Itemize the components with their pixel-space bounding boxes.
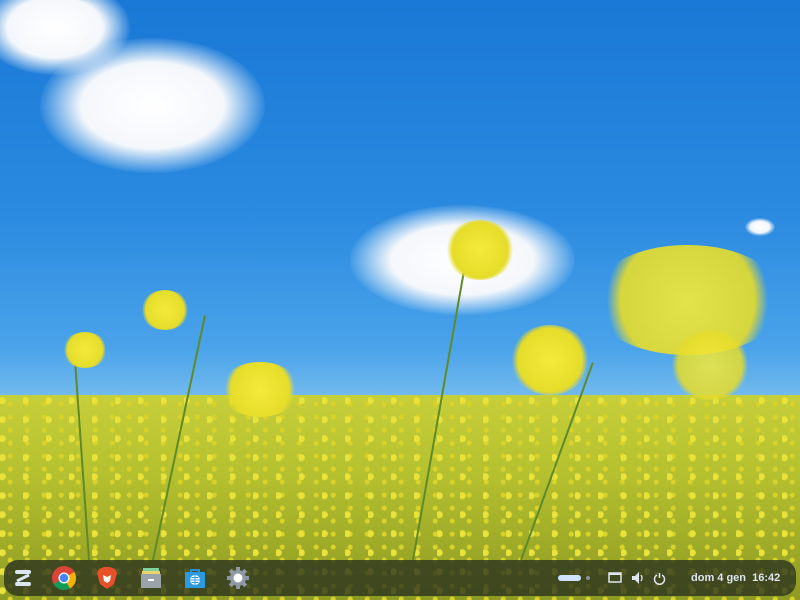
brave-launcher[interactable] (93, 564, 121, 592)
flower (140, 290, 190, 330)
cloud (40, 38, 265, 173)
settings-launcher[interactable] (224, 564, 252, 592)
chrome-launcher[interactable] (50, 564, 78, 592)
flower (62, 332, 108, 368)
flower (220, 362, 300, 417)
power-button[interactable] (653, 560, 666, 596)
zorin-menu-button[interactable] (9, 564, 37, 592)
active-workspace-pill[interactable] (558, 575, 581, 581)
desktop-wallpaper (0, 0, 800, 600)
cloud (745, 218, 775, 236)
power-icon (653, 572, 666, 585)
settings-icon (227, 567, 249, 589)
workspace-indicator[interactable] (558, 560, 590, 596)
display-icon (608, 572, 622, 583)
brave-icon (97, 567, 117, 589)
flower (670, 330, 750, 400)
clock[interactable]: dom 4 gen 16:42 (691, 560, 780, 596)
flower (510, 325, 590, 395)
files-icon (141, 568, 161, 588)
screen-icon-button[interactable] (608, 560, 622, 596)
chrome-icon (52, 566, 77, 591)
flower (445, 220, 515, 280)
software-store-icon (185, 569, 205, 588)
taskbar: dom 4 gen 16:42 (4, 560, 796, 596)
files-launcher[interactable] (137, 564, 165, 592)
workspace-dot[interactable] (586, 576, 590, 580)
zorin-logo-icon (15, 570, 31, 586)
software-launcher[interactable] (181, 564, 209, 592)
volume-icon (632, 572, 643, 584)
volume-button[interactable] (631, 560, 645, 596)
